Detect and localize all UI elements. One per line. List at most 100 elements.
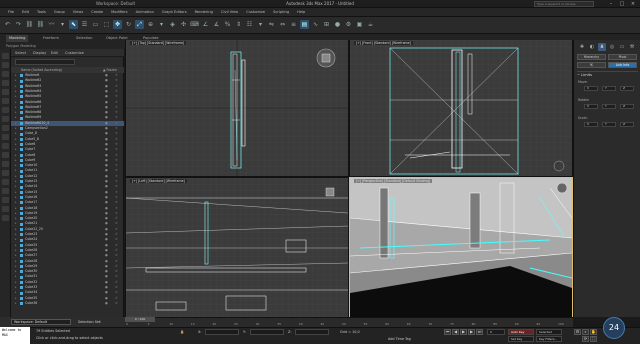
menu-item[interactable]: Rendering <box>195 8 213 17</box>
toggle-ribbon-icon[interactable]: ▤ <box>300 20 309 29</box>
lock-toggle-icon[interactable] <box>2 215 9 221</box>
schematic-view-icon[interactable]: ⊞ <box>322 20 331 29</box>
menu-item[interactable]: Civil View <box>221 8 238 17</box>
menu-item[interactable]: Tools <box>37 8 46 17</box>
limit-y-checkbox[interactable]: Y <box>602 122 616 127</box>
menu-item[interactable]: Scripting <box>273 8 289 17</box>
add-time-tag-button[interactable]: Add Time Tag <box>388 337 411 341</box>
maximize-icon[interactable]: □ <box>617 0 627 8</box>
containers-filter-icon[interactable] <box>2 161 9 167</box>
redo-icon[interactable]: ↷ <box>14 20 23 29</box>
workspace-dropdown[interactable]: Workspace: Default <box>11 319 71 325</box>
menu-item[interactable]: Graph Editors <box>162 8 187 17</box>
set-key-button[interactable]: Set Key <box>508 336 534 342</box>
pivot-center-icon[interactable]: ◈ <box>168 20 177 29</box>
viewport-front[interactable]: [+] [Front] [Standard] [Wireframe] <box>350 40 572 176</box>
percent-snap-icon[interactable]: % <box>223 20 232 29</box>
ribbon-tab[interactable]: Freeform <box>40 35 62 42</box>
angle-snap-icon[interactable]: ∡ <box>212 20 221 29</box>
motion-tab-icon[interactable]: ◎ <box>608 43 616 51</box>
curve-editor-icon[interactable]: ∿ <box>311 20 320 29</box>
viewport-perspective-label[interactable]: [+] [Perspective] [Standard] [Default Sh… <box>354 179 433 183</box>
menu-item[interactable]: Customize <box>246 8 265 17</box>
lock-icon[interactable]: 🔒 <box>180 330 184 334</box>
spacewarps-filter-icon[interactable] <box>2 125 9 131</box>
display-none-icon[interactable] <box>2 53 9 59</box>
ribbon-tab[interactable]: Modeling <box>6 35 29 42</box>
next-frame-icon[interactable]: ▶ <box>468 329 475 335</box>
limit-y-checkbox[interactable]: Y <box>602 86 616 91</box>
render-setup-icon[interactable]: ⚙ <box>344 20 353 29</box>
shapes-filter-icon[interactable] <box>2 89 9 95</box>
rect-selection-icon[interactable]: ▭ <box>91 20 100 29</box>
select-by-name-icon[interactable]: ☰ <box>80 20 89 29</box>
viewport-perspective[interactable]: [+] [Perspective] [Standard] [Default Sh… <box>349 177 573 318</box>
hierarchy-button[interactable]: Hierarchy <box>577 54 606 60</box>
menu-item[interactable]: Modifiers <box>111 8 127 17</box>
xrefs-filter-icon[interactable] <box>2 143 9 149</box>
go-to-start-icon[interactable]: ⏮ <box>444 329 451 335</box>
limit-y-checkbox[interactable]: Y <box>602 104 616 109</box>
visibility-icon[interactable]: ● <box>105 301 108 306</box>
manipulate-icon[interactable]: ✣ <box>179 20 188 29</box>
explorer-tab[interactable]: Display <box>33 51 46 55</box>
time-configuration-icon[interactable]: ⚙ <box>574 329 581 335</box>
selection-filter-icon[interactable]: ▾ <box>58 20 67 29</box>
explorer-tab[interactable]: Customize <box>65 51 84 55</box>
hierarchy-icon[interactable] <box>2 197 9 203</box>
display-all-icon[interactable] <box>2 62 9 68</box>
cameras-filter-icon[interactable] <box>2 107 9 113</box>
viewport-left[interactable]: [+] [Left] [Standard] [Wireframe] <box>126 178 348 317</box>
previous-frame-icon[interactable]: ◀ <box>452 329 459 335</box>
search-input[interactable]: Type a keyword or phrase <box>534 1 594 7</box>
viewport-top-label[interactable]: [+] [Top] [Standard] [Wireframe] <box>130 41 187 45</box>
groups-filter-icon[interactable] <box>2 134 9 140</box>
move-icon[interactable]: ✥ <box>113 20 122 29</box>
select-object-icon[interactable]: ⬉ <box>69 20 78 29</box>
invert-display-icon[interactable] <box>2 71 9 77</box>
explorer-tab[interactable]: Select <box>15 51 26 55</box>
unlink-icon[interactable]: ⛓ <box>36 20 45 29</box>
key-filters-button[interactable]: Key Filters... <box>536 336 562 342</box>
maxscript-listener[interactable]: Welcome to MAX <box>0 327 30 344</box>
limit-z-checkbox[interactable]: Z <box>620 104 634 109</box>
rotate-icon[interactable]: ↻ <box>124 20 133 29</box>
hidden-filter-icon[interactable] <box>2 179 9 185</box>
z-coordinate-field[interactable] <box>295 329 329 335</box>
pan-icon[interactable]: ✋ <box>590 329 597 335</box>
explorer-filter-field[interactable] <box>15 59 75 65</box>
viewport-front-label[interactable]: [+] [Front] [Standard] [Wireframe] <box>354 41 413 45</box>
geometry-filter-icon[interactable] <box>2 80 9 86</box>
freeze-icon[interactable]: ❄ <box>115 301 118 306</box>
create-tab-icon[interactable]: ✚ <box>578 43 586 51</box>
bones-filter-icon[interactable] <box>2 152 9 158</box>
place-icon[interactable]: ⊕ <box>146 20 155 29</box>
scale-icon[interactable]: ⤢ <box>135 20 144 29</box>
hierarchy-tab-icon[interactable]: ⋔ <box>598 43 606 51</box>
align-icon[interactable]: ⇔ <box>278 20 287 29</box>
material-editor-icon[interactable]: ● <box>333 20 342 29</box>
helpers-filter-icon[interactable] <box>2 116 9 122</box>
go-to-end-icon[interactable]: ⏭ <box>476 329 483 335</box>
ik-button[interactable]: IK <box>577 62 606 68</box>
current-frame-field[interactable]: 0 <box>487 329 505 335</box>
minimize-icon[interactable]: – <box>606 0 616 8</box>
y-coordinate-field[interactable] <box>250 329 284 335</box>
modify-tab-icon[interactable]: ◐ <box>588 43 596 51</box>
menu-item[interactable]: Create <box>91 8 103 17</box>
limit-x-checkbox[interactable]: X <box>584 104 598 109</box>
menu-item[interactable]: Views <box>73 8 83 17</box>
menu-item[interactable]: Help <box>297 8 305 17</box>
orbit-icon[interactable]: ⟳ <box>582 336 589 342</box>
find-icon[interactable] <box>2 206 9 212</box>
menu-item[interactable]: File <box>8 8 14 17</box>
pivot-button[interactable]: Pivot <box>608 54 637 60</box>
rendered-frame-icon[interactable]: ▣ <box>355 20 364 29</box>
limit-z-checkbox[interactable]: Z <box>620 122 634 127</box>
limit-x-checkbox[interactable]: X <box>584 122 598 127</box>
expand-icon[interactable]: ▸ <box>15 301 17 306</box>
keyboard-shortcut-icon[interactable]: ⌨ <box>190 20 199 29</box>
selected-dropdown[interactable]: Selected <box>536 329 562 335</box>
menu-item[interactable]: Animation <box>136 8 154 17</box>
window-crossing-icon[interactable]: ⬚ <box>102 20 111 29</box>
